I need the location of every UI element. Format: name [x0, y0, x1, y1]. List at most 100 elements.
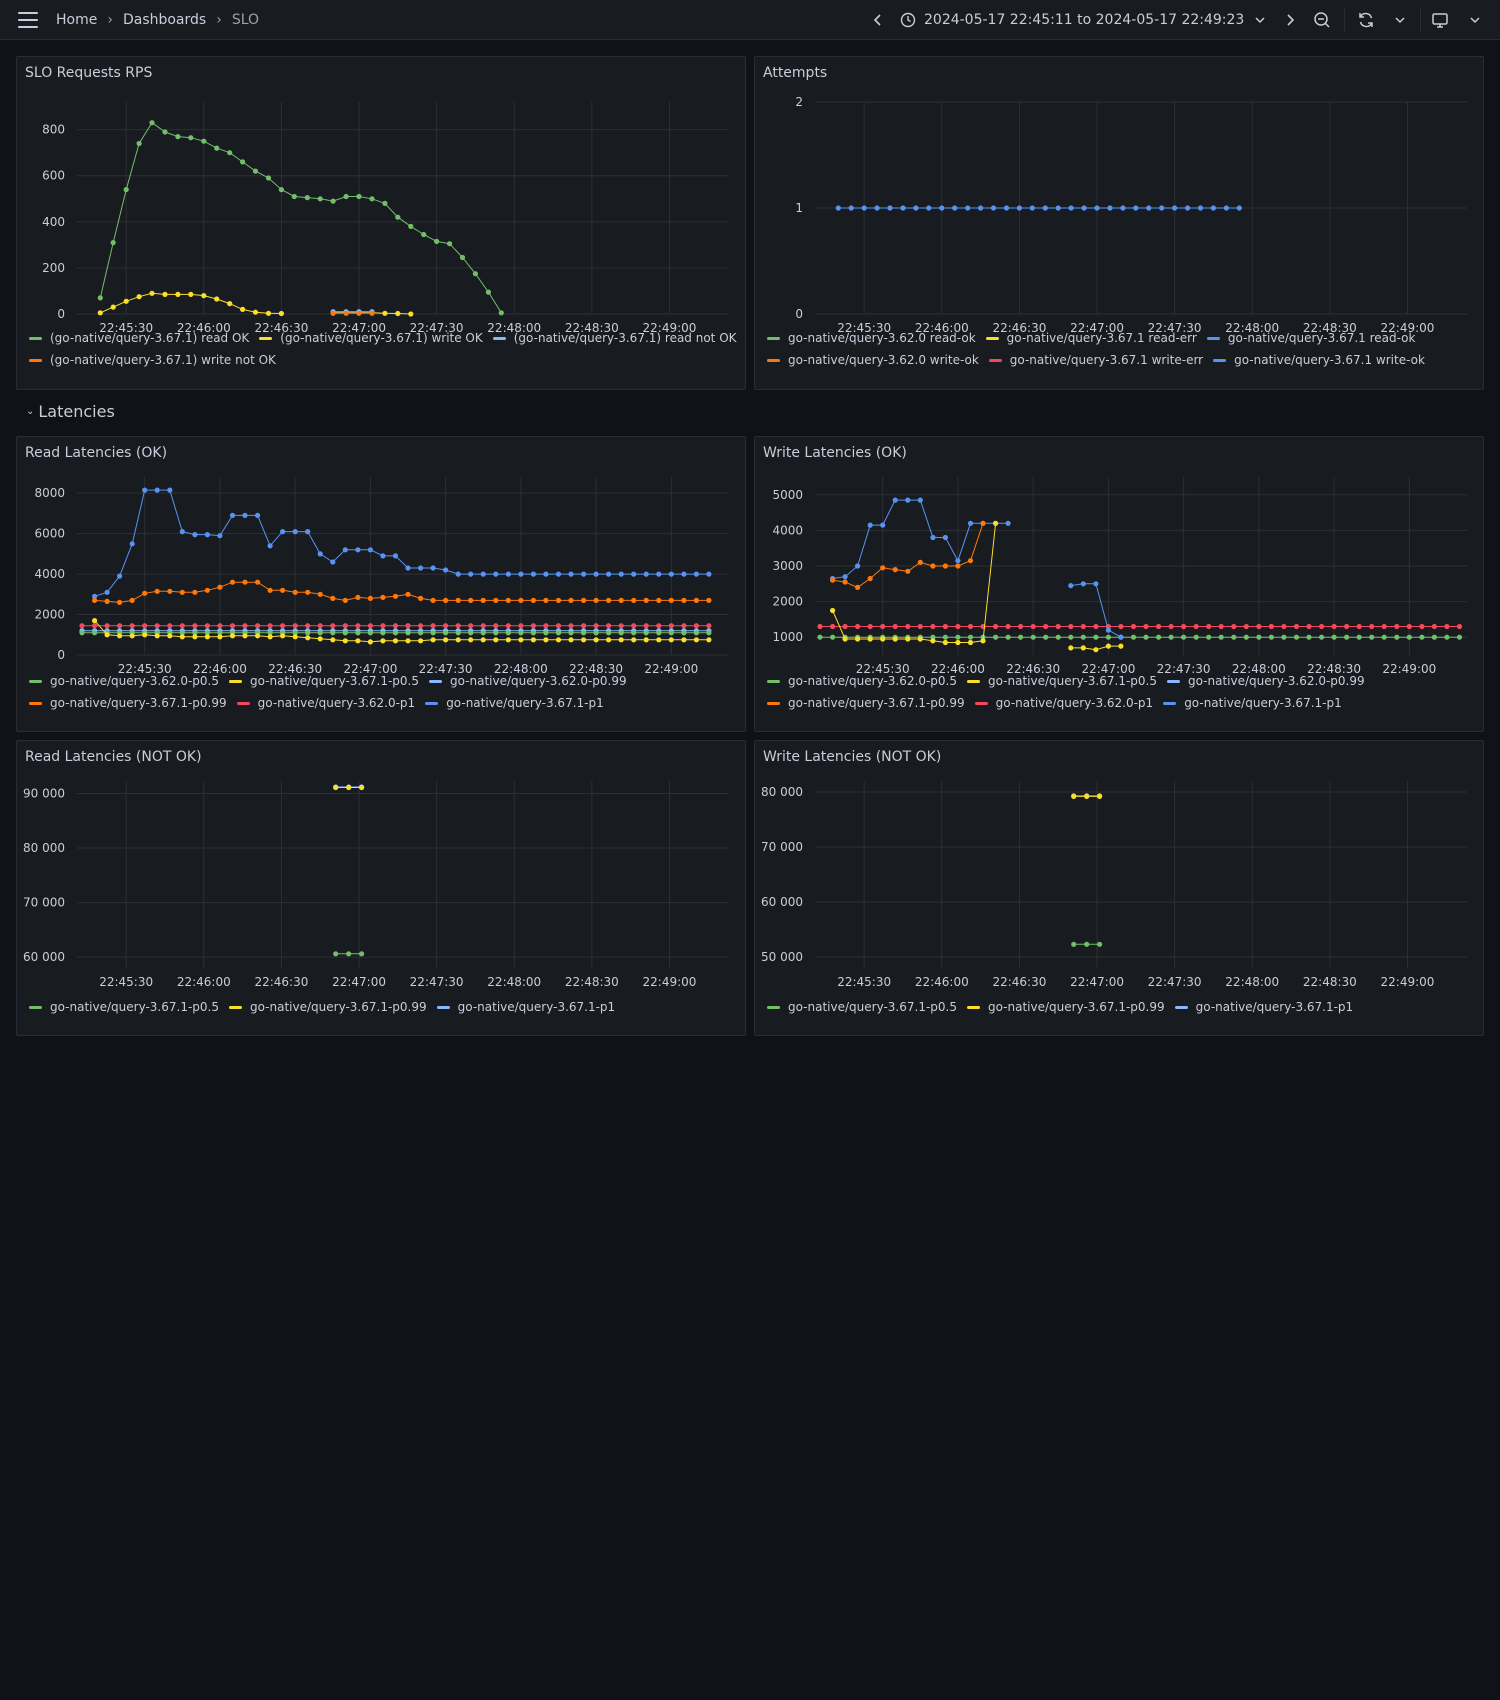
- data-point: [291, 193, 297, 200]
- refresh-button[interactable]: [1356, 10, 1376, 30]
- legend-item[interactable]: go-native/query-3.67.1-p0.99: [967, 1000, 1165, 1014]
- zoom-out-button[interactable]: [1312, 10, 1332, 30]
- data-point: [267, 543, 273, 549]
- legend-item[interactable]: go-native/query-3.62.0-p1: [974, 696, 1153, 710]
- data-point: [493, 623, 499, 629]
- legend-item[interactable]: go-native/query-3.67.1-p0.5: [229, 674, 419, 688]
- breadcrumb-dashboards[interactable]: Dashboards: [123, 12, 206, 28]
- legend-item[interactable]: go-native/query-3.67.1-p0.99: [229, 1000, 427, 1014]
- legend-item[interactable]: go-native/query-3.67.1-p1: [425, 696, 604, 710]
- data-point: [990, 205, 997, 211]
- data-point: [480, 597, 486, 603]
- legend-item[interactable]: go-native/query-3.62.0-p0.5: [767, 674, 957, 688]
- chart-legend: (go-native/query-3.67.1) read OK (go-nati…: [29, 327, 747, 371]
- time-shift-forward-button[interactable]: [1280, 10, 1300, 30]
- legend-item[interactable]: (go-native/query-3.67.1) write OK: [259, 331, 483, 345]
- legend-item[interactable]: go-native/query-3.67.1-p1: [1163, 696, 1342, 710]
- data-point: [265, 310, 272, 316]
- legend-item[interactable]: go-native/query-3.67.1 write-ok: [1213, 353, 1425, 367]
- data-point: [905, 497, 911, 503]
- legend-item[interactable]: go-native/query-3.67.1-p0.5: [767, 1000, 957, 1014]
- legend-swatch: [985, 336, 999, 340]
- data-point: [117, 573, 123, 579]
- data-point: [618, 597, 624, 603]
- data-point: [455, 571, 461, 577]
- time-shift-back-button[interactable]: [868, 10, 888, 30]
- legend-item[interactable]: go-native/query-3.67.1-p0.5: [967, 674, 1157, 688]
- legend-item[interactable]: (go-native/query-3.67.1) read not OK: [492, 331, 737, 345]
- data-point: [1197, 205, 1204, 211]
- data-point: [955, 623, 961, 630]
- legend-item[interactable]: go-native/query-3.67.1 read-err: [985, 331, 1197, 345]
- data-point: [468, 637, 474, 643]
- legend-item[interactable]: go-native/query-3.62.0-p0.99: [429, 674, 627, 688]
- data-point: [1105, 634, 1111, 640]
- data-point: [292, 589, 298, 595]
- data-point: [1281, 634, 1287, 640]
- panel-slo-requests-rps[interactable]: SLO Requests RPS 22:45:30 22:46:00 22:46:3…: [16, 56, 746, 390]
- legend-label: go-native/query-3.67.1 read-err: [1006, 331, 1197, 345]
- data-point: [1093, 647, 1099, 653]
- data-point: [505, 637, 511, 643]
- data-point: [167, 633, 173, 639]
- panel-read-latencies-ok[interactable]: Read Latencies (OK) 22:45:30 22:46:00 22:4…: [16, 436, 746, 732]
- panel-write-latencies-not-ok[interactable]: Write Latencies (NOT OK) 22:45:30 22:46:0…: [754, 740, 1484, 1036]
- legend-item[interactable]: go-native/query-3.67.1-p0.5: [29, 1000, 219, 1014]
- row-latencies[interactable]: ⌄ Latencies: [26, 402, 115, 421]
- data-point: [430, 637, 436, 643]
- legend-item[interactable]: go-native/query-3.67.1 read-ok: [1206, 331, 1416, 345]
- panel-write-latencies-ok[interactable]: Write Latencies (OK) 22:45:30 22:46:00 22:…: [754, 436, 1484, 732]
- legend-item[interactable]: go-native/query-3.67.1-p1: [436, 1000, 615, 1014]
- legend-item[interactable]: (go-native/query-3.67.1) read OK: [29, 331, 249, 345]
- legend-item[interactable]: go-native/query-3.67.1 write-err: [988, 353, 1203, 367]
- y-tick-label: 3000: [772, 559, 803, 573]
- data-point: [980, 520, 986, 526]
- legend-item[interactable]: go-native/query-3.67.1-p0.99: [767, 696, 965, 710]
- legend-swatch: [229, 1005, 242, 1009]
- data-point: [855, 623, 861, 630]
- data-point: [192, 623, 198, 629]
- legend-item[interactable]: go-native/query-3.62.0-p1: [236, 696, 415, 710]
- data-point: [1030, 634, 1036, 640]
- legend-item[interactable]: go-native/query-3.62.0 read-ok: [767, 331, 976, 345]
- y-tick-label: 600: [42, 169, 65, 183]
- data-point: [317, 630, 323, 636]
- legend-item[interactable]: (go-native/query-3.67.1) write not OK: [29, 353, 276, 367]
- data-point: [1130, 623, 1137, 630]
- data-point: [242, 623, 248, 629]
- data-point: [1143, 634, 1149, 640]
- legend-row: go-native/query-3.62.0-p0.5 go-native/que…: [767, 670, 1375, 692]
- data-point: [201, 138, 207, 144]
- legend-item[interactable]: go-native/query-3.62.0 write-ok: [767, 353, 979, 367]
- data-point: [179, 634, 185, 640]
- legend-item[interactable]: go-native/query-3.62.0-p0.99: [1167, 674, 1365, 688]
- data-point: [706, 571, 712, 577]
- data-point: [530, 637, 537, 643]
- x-tick-label: 22:49:00: [644, 662, 698, 676]
- data-point: [355, 594, 361, 600]
- legend-label: go-native/query-3.67.1-p0.99: [788, 696, 965, 710]
- refresh-interval-dropdown[interactable]: [1390, 10, 1410, 30]
- legend-item[interactable]: go-native/query-3.67.1-p0.99: [29, 696, 227, 710]
- data-point: [967, 623, 974, 630]
- data-point: [485, 289, 491, 295]
- legend-label: go-native/query-3.67.1-p1: [1184, 696, 1342, 710]
- legend-label: go-native/query-3.67.1 read-ok: [1227, 331, 1416, 345]
- breadcrumb-home[interactable]: Home: [56, 12, 97, 28]
- data-point: [110, 240, 116, 246]
- data-point: [681, 597, 687, 603]
- view-mode-dropdown[interactable]: [1465, 10, 1485, 30]
- data-point: [405, 591, 411, 597]
- menu-icon[interactable]: [18, 12, 38, 28]
- data-point: [493, 637, 499, 643]
- time-range-label: 2024-05-17 22:45:11 to 2024-05-17 22:49:…: [924, 12, 1245, 28]
- data-point: [581, 637, 587, 643]
- legend-item[interactable]: go-native/query-3.62.0-p0.5: [29, 674, 219, 688]
- panel-read-latencies-not-ok[interactable]: Read Latencies (NOT OK) 22:45:30 22:46:00…: [16, 740, 746, 1036]
- panel-attempts[interactable]: Attempts 22:45:30 22:46:00 22:46:30 22:47:0…: [754, 56, 1484, 390]
- time-range-picker[interactable]: 2024-05-17 22:45:11 to 2024-05-17 22:49:…: [900, 0, 1266, 40]
- legend-item[interactable]: go-native/query-3.67.1-p1: [1174, 1000, 1353, 1014]
- data-point: [408, 223, 414, 229]
- view-mode-button[interactable]: [1430, 10, 1450, 30]
- data-point: [905, 623, 911, 630]
